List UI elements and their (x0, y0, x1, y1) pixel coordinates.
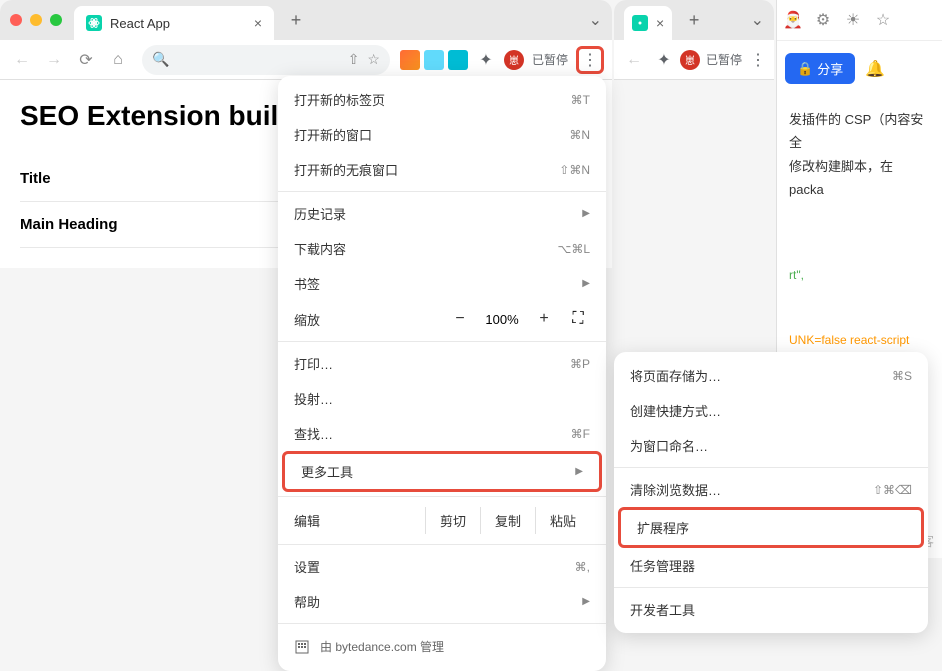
tab-dropdown-icon[interactable]: ⌄ (751, 10, 764, 30)
menu-new-tab[interactable]: 打开新的标签页⌘T (278, 82, 606, 117)
share-icon[interactable]: ⇧ (348, 51, 360, 68)
address-bar[interactable]: 🔍 ⇧ ☆ (142, 45, 390, 75)
menu-separator (614, 587, 928, 588)
menu-separator (278, 623, 606, 624)
menu-separator (278, 496, 606, 497)
copy-button[interactable]: 复制 (480, 507, 535, 534)
edit-label: 编辑 (294, 511, 425, 530)
tab-title: React App (110, 16, 246, 31)
tab-dropdown-icon[interactable]: ⌄ (589, 10, 602, 30)
chevron-right-icon: ▶ (582, 596, 590, 607)
reload-button[interactable]: ⟳ (72, 46, 100, 74)
browser-tab[interactable]: × (624, 6, 672, 40)
text-line: 发插件的 CSP（内容安全 (789, 108, 930, 155)
extensions-puzzle-icon[interactable]: ✦ (472, 46, 500, 74)
gear-icon[interactable]: ⚙ (813, 10, 833, 30)
menu-new-window[interactable]: 打开新的窗口⌘N (278, 117, 606, 152)
managed-by-row[interactable]: 由 bytedance.com 管理 (278, 628, 606, 665)
close-tab-icon[interactable]: × (656, 15, 664, 31)
submenu-clear-data[interactable]: 清除浏览数据…⇧⌘⌫ (614, 472, 928, 507)
titlebar: × + ⌄ (614, 0, 774, 40)
menu-downloads[interactable]: 下载内容⌥⌘L (278, 231, 606, 266)
close-window-button[interactable] (10, 14, 22, 26)
maximize-window-button[interactable] (50, 14, 62, 26)
submenu-dev-tools[interactable]: 开发者工具 (614, 592, 928, 627)
chevron-right-icon: ▶ (582, 278, 590, 289)
menu-cast[interactable]: 投射… (278, 381, 606, 416)
search-icon: 🔍 (152, 51, 169, 68)
zoom-out-button[interactable]: − (446, 307, 474, 331)
new-tab-button[interactable]: + (680, 10, 708, 31)
submenu-save-page[interactable]: 将页面存储为…⌘S (614, 358, 928, 393)
chrome-menu-button[interactable]: ⋮ (748, 50, 768, 70)
chevron-right-icon: ▶ (582, 208, 590, 219)
menu-new-incognito[interactable]: 打开新的无痕窗口⇧⌘N (278, 152, 606, 187)
toolbar: ← ✦ 崽 已暂停 ⋮ (614, 40, 774, 80)
text-line: 修改构建脚本，在 packa (789, 155, 930, 202)
right-panel-toolbar: 🔒 分享 🔔 (777, 41, 942, 96)
close-tab-icon[interactable]: × (254, 15, 262, 31)
santa-icon[interactable]: 🎅 (783, 10, 803, 30)
building-icon (294, 639, 310, 655)
submenu-create-shortcut[interactable]: 创建快捷方式… (614, 393, 928, 428)
zoom-in-button[interactable]: + (530, 307, 558, 331)
zoom-label: 缩放 (294, 310, 438, 329)
menu-separator (278, 544, 606, 545)
submenu-task-manager[interactable]: 任务管理器 (614, 548, 928, 583)
profile-avatar[interactable]: 崽 (504, 50, 524, 70)
back-button[interactable]: ← (8, 46, 36, 74)
menu-print[interactable]: 打印…⌘P (278, 346, 606, 381)
window-controls (10, 14, 62, 26)
menu-separator (614, 467, 928, 468)
titlebar: React App × + ⌄ (0, 0, 612, 40)
extensions-puzzle-icon[interactable]: ✦ (650, 46, 678, 74)
react-favicon-icon (86, 15, 102, 31)
extension-icon-2[interactable] (424, 50, 444, 70)
more-tools-submenu: 将页面存储为…⌘S 创建快捷方式… 为窗口命名… 清除浏览数据…⇧⌘⌫ 扩展程序… (614, 352, 928, 633)
submenu-name-window[interactable]: 为窗口命名… (614, 428, 928, 463)
fullscreen-icon[interactable]: ⛶ (566, 307, 590, 331)
paused-label: 已暂停 (706, 51, 742, 68)
react-favicon-icon (632, 15, 648, 31)
chrome-context-menu: 打开新的标签页⌘T 打开新的窗口⌘N 打开新的无痕窗口⇧⌘N 历史记录▶ 下载内… (278, 76, 606, 671)
menu-separator (278, 191, 606, 192)
menu-zoom-row: 缩放 − 100% + ⛶ (278, 301, 606, 337)
menu-history[interactable]: 历史记录▶ (278, 196, 606, 231)
menu-find[interactable]: 查找…⌘F (278, 416, 606, 451)
zoom-value: 100% (482, 312, 522, 327)
menu-settings[interactable]: 设置⌘, (278, 549, 606, 584)
menu-bookmarks[interactable]: 书签▶ (278, 266, 606, 301)
chevron-right-icon: ▶ (575, 466, 583, 477)
extension-icon-3[interactable] (448, 50, 468, 70)
new-tab-button[interactable]: + (282, 10, 310, 31)
right-panel-header: 🎅 ⚙ ☀ ☆ (777, 0, 942, 41)
menu-separator (278, 341, 606, 342)
home-button[interactable]: ⌂ (104, 46, 132, 74)
chrome-menu-button[interactable]: ⋮ (576, 46, 604, 74)
second-browser-window: × + ⌄ ← ✦ 崽 已暂停 ⋮ (614, 0, 774, 80)
bell-icon[interactable]: 🔔 (865, 59, 885, 79)
browser-tab[interactable]: React App × (74, 6, 274, 40)
extension-icon-1[interactable] (400, 50, 420, 70)
minimize-window-button[interactable] (30, 14, 42, 26)
back-button[interactable]: ← (620, 46, 648, 74)
lock-icon: 🔒 (797, 61, 813, 77)
forward-button[interactable]: → (40, 46, 68, 74)
paste-button[interactable]: 粘贴 (535, 507, 590, 534)
star-icon[interactable]: ☆ (873, 10, 893, 30)
share-button[interactable]: 🔒 分享 (785, 53, 855, 84)
toolbar: ← → ⟳ ⌂ 🔍 ⇧ ☆ ✦ 崽 已暂停 ⋮ (0, 40, 612, 80)
cut-button[interactable]: 剪切 (425, 507, 480, 534)
sun-icon[interactable]: ☀ (843, 10, 863, 30)
menu-edit-row: 编辑 剪切 复制 粘贴 (278, 501, 606, 540)
paused-label: 已暂停 (532, 51, 568, 68)
menu-more-tools[interactable]: 更多工具▶ (282, 451, 602, 492)
menu-help[interactable]: 帮助▶ (278, 584, 606, 619)
bookmark-star-icon[interactable]: ☆ (367, 51, 380, 68)
submenu-extensions[interactable]: 扩展程序 (618, 507, 924, 548)
profile-avatar[interactable]: 崽 (680, 50, 700, 70)
